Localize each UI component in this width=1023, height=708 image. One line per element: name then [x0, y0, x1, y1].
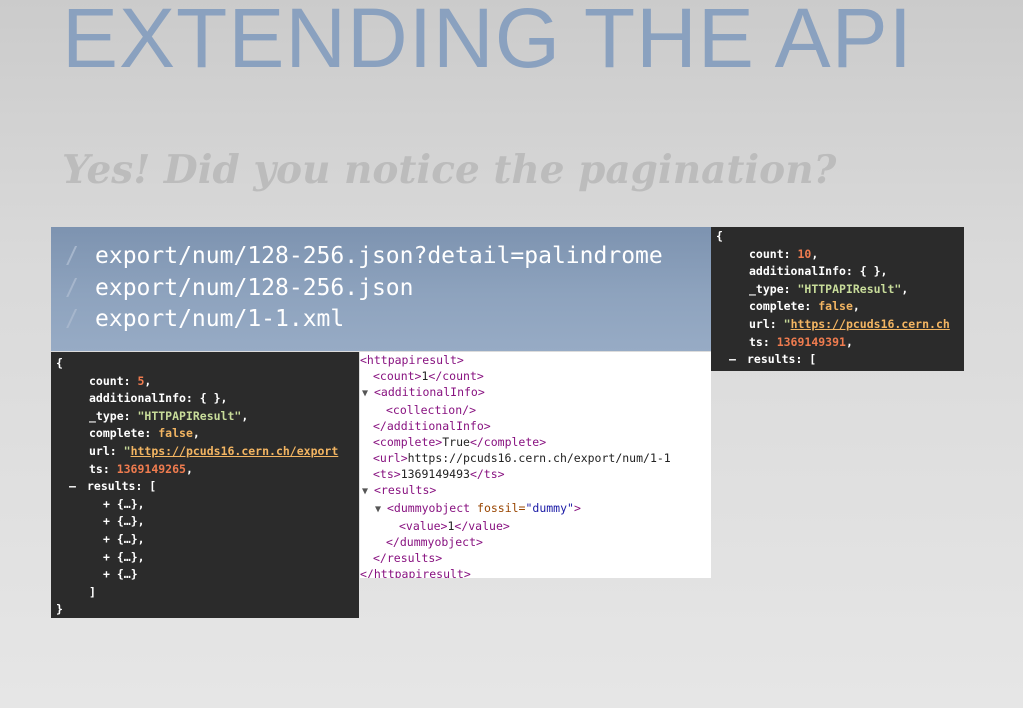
collapse-toggle-icon[interactable]: – — [729, 351, 747, 369]
xml-viewer: <httpapiresult> <count>1</count> ▼ <addit… — [360, 352, 711, 578]
url-link[interactable]: https://pcuds16.cern.ch/export — [131, 444, 339, 458]
json-open-brace: { — [56, 356, 63, 370]
count-value: 10 — [797, 246, 812, 261]
xml-dummy-open[interactable]: ▼ <dummyobject fossil="dummy"> — [360, 500, 711, 518]
url-path: export/num/1-1.xml — [95, 306, 345, 332]
slide-title: EXTENDING THE API — [62, 0, 913, 85]
json-close-bracket: ] — [89, 584, 96, 599]
json-open-brace: { — [716, 229, 723, 243]
json-additional-row: additionalInfo: { }, — [89, 391, 228, 406]
json-results-row[interactable]: – results: [ — [711, 351, 964, 369]
ts-value: 1369149391 — [776, 334, 846, 349]
json-ts-row: ts: 1369149391, — [749, 334, 853, 349]
url-example-1: / export/num/128-256.json?detail=palindro… — [51, 241, 711, 273]
xml-results-close: </results> — [373, 551, 443, 565]
url-path: export/num/128-256.json?detail=palindrom… — [95, 243, 663, 269]
type-value: "HTTPAPIResult" — [797, 281, 902, 296]
xml-count-row: <count>1</count> — [373, 369, 484, 383]
slash-glyph: / — [65, 274, 79, 301]
json-ts-row: ts: 1369149265, — [89, 461, 193, 476]
type-value: "HTTPAPIResult" — [137, 408, 242, 423]
complete-value: false — [818, 299, 853, 314]
json-result-item[interactable]: + {…}, — [51, 549, 359, 567]
json-count-row: count: 5, — [89, 373, 152, 388]
xml-url-row: <url>https://pcuds16.cern.ch/export/num/… — [373, 451, 671, 465]
json-complete-row: complete: false, — [89, 426, 200, 441]
slash-glyph: / — [65, 243, 79, 269]
xml-additional-open[interactable]: ▼ <additionalInfo> — [360, 384, 711, 402]
json-result-item[interactable]: + {…}, — [51, 496, 359, 514]
xml-collection-row: <collection/> — [386, 403, 477, 417]
count-value: 5 — [137, 373, 145, 388]
json-count-row: count: 10, — [749, 246, 819, 261]
json-type-row: _type: "HTTPAPIResult", — [89, 408, 249, 423]
slide-subtitle: Yes! Did you notice the pagination? — [62, 147, 837, 193]
json-close-brace: } — [56, 602, 63, 617]
json-type-row: _type: "HTTPAPIResult", — [749, 281, 909, 296]
url-example-2: / export/num/128-256.json — [51, 273, 711, 305]
xml-root-close: </httpapiresult> — [360, 567, 471, 578]
json-result-item[interactable]: + {…}, — [51, 513, 359, 531]
json-complete-row: complete: false, — [749, 299, 860, 314]
url-path: export/num/128-256.json — [95, 274, 414, 301]
complete-value: false — [158, 426, 193, 441]
xml-value-row: <value>1</value> — [399, 519, 510, 533]
xml-dummy-close: </dummyobject> — [386, 535, 483, 549]
xml-additional-close: </additionalInfo> — [373, 419, 491, 433]
collapse-toggle-icon[interactable]: – — [69, 478, 87, 496]
json-result-item[interactable]: + {…}, — [51, 531, 359, 549]
json-url-row: url: "https://pcuds16.cern.ch — [749, 316, 950, 331]
json-viewer-paged-5: { count: 5, additionalInfo: { }, _type: … — [51, 352, 359, 618]
url-example-3: / export/num/1-1.xml — [51, 304, 711, 336]
xml-ts-row: <ts>1369149493</ts> — [373, 467, 505, 481]
url-examples-panel: / export/num/128-256.json?detail=palindro… — [51, 227, 711, 351]
expand-arrow-icon[interactable]: ▼ — [375, 502, 387, 518]
xml-results-open[interactable]: ▼ <results> — [360, 482, 711, 500]
expand-arrow-icon[interactable]: ▼ — [362, 484, 374, 500]
json-additional-row: additionalInfo: { }, — [749, 264, 888, 279]
xml-complete-row: <complete>True</complete> — [373, 435, 547, 449]
json-viewer-paged-10: { count: 10, additionalInfo: { }, _type:… — [711, 227, 964, 371]
json-result-item[interactable]: + {…} — [51, 566, 359, 584]
expand-arrow-icon[interactable]: ▼ — [362, 386, 374, 402]
json-results-row[interactable]: – results: [ — [51, 478, 359, 496]
slash-glyph: / — [65, 306, 79, 332]
ts-value: 1369149265 — [116, 461, 186, 476]
url-link[interactable]: https://pcuds16.cern.ch — [791, 317, 950, 331]
xml-root-open: <httpapiresult> — [360, 353, 464, 367]
json-url-row: url: "https://pcuds16.cern.ch/export — [89, 443, 339, 458]
